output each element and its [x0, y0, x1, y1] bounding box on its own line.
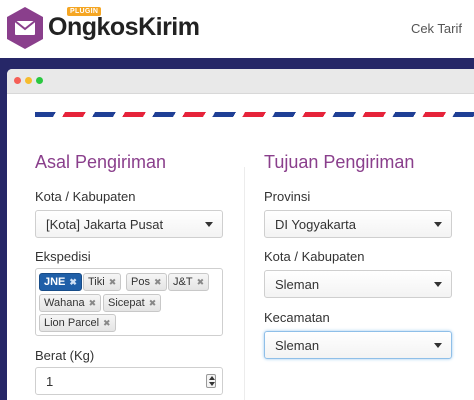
courier-tag-lion-parcel[interactable]: Lion Parcel ✖: [39, 314, 116, 332]
province-value: DI Yogyakarta: [275, 217, 356, 232]
number-spinner-icon[interactable]: [206, 374, 216, 388]
origin-city-select[interactable]: [Kota] Jakarta Pusat: [35, 210, 223, 238]
destination-city-label: Kota / Kabupaten: [264, 249, 365, 264]
close-dot-icon[interactable]: [14, 77, 21, 84]
courier-tag-wahana[interactable]: Wahana ✖: [39, 294, 102, 312]
hero-background: Asal Pengiriman Tujuan Pengiriman Kota /…: [0, 58, 474, 400]
chevron-down-icon: [434, 222, 442, 227]
remove-tag-icon[interactable]: ✖: [69, 277, 77, 287]
courier-tag-jnt[interactable]: J&T ✖: [168, 273, 210, 291]
chevron-down-icon: [205, 222, 213, 227]
origin-city-label: Kota / Kabupaten: [35, 189, 136, 204]
top-navbar: PLUGIN OngkosKirim Cek Tarif: [0, 0, 474, 58]
brand-name: OngkosKirim: [48, 13, 200, 41]
district-label: Kecamatan: [264, 310, 330, 325]
window-titlebar: [7, 69, 474, 94]
remove-tag-icon[interactable]: ✖: [149, 298, 157, 308]
destination-title: Tujuan Pengiriman: [264, 152, 415, 172]
district-value: Sleman: [275, 338, 320, 353]
district-select[interactable]: Sleman: [264, 331, 452, 359]
courier-tag-sicepat[interactable]: Sicepat ✖: [103, 294, 162, 312]
courier-tag-jne[interactable]: JNE ✖: [39, 273, 82, 291]
courier-tag-tiki[interactable]: Tiki ✖: [83, 273, 122, 291]
weight-label: Berat (Kg): [35, 348, 95, 363]
province-label: Provinsi: [264, 189, 311, 204]
app-window: Asal Pengiriman Tujuan Pengiriman Kota /…: [7, 69, 474, 400]
remove-tag-icon[interactable]: ✖: [197, 277, 205, 287]
destination-city-value: Sleman: [275, 277, 320, 292]
courier-tag-pos[interactable]: Pos ✖: [126, 273, 167, 291]
remove-tag-icon[interactable]: ✖: [103, 318, 111, 328]
remove-tag-icon[interactable]: ✖: [109, 277, 117, 287]
weight-value: 1: [46, 374, 54, 389]
column-divider: [244, 167, 245, 400]
chevron-down-icon: [434, 343, 442, 348]
minimize-dot-icon[interactable]: [25, 77, 32, 84]
destination-city-select[interactable]: Sleman: [264, 270, 452, 298]
remove-tag-icon[interactable]: ✖: [154, 277, 162, 287]
remove-tag-icon[interactable]: ✖: [89, 298, 97, 308]
province-select[interactable]: DI Yogyakarta: [264, 210, 452, 238]
origin-title: Asal Pengiriman: [35, 152, 167, 172]
nav-cek-tarif-link[interactable]: Cek Tarif: [411, 21, 462, 36]
maximize-dot-icon[interactable]: [36, 77, 43, 84]
envelope-logo-icon: [7, 7, 43, 49]
weight-input[interactable]: 1: [35, 367, 223, 395]
couriers-multiselect[interactable]: JNE ✖ Tiki ✖ Pos ✖ J&T ✖ Wahana ✖ Sicepat ✖ Li…: [35, 268, 223, 336]
chevron-down-icon: [434, 282, 442, 287]
airmail-stripe: [35, 112, 474, 117]
origin-city-value: [Kota] Jakarta Pusat: [46, 217, 164, 232]
couriers-label: Ekspedisi: [35, 249, 91, 264]
